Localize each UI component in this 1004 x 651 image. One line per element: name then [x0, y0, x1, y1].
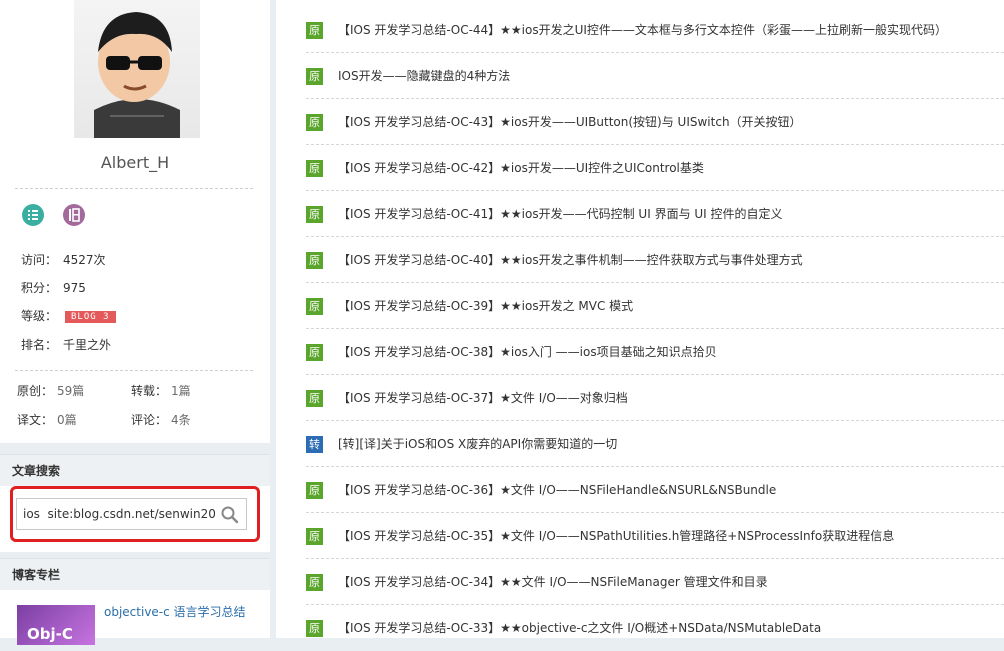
rank-value: 千里之外: [63, 338, 112, 352]
column-thumbnail-text: Obj-C: [27, 625, 73, 643]
original-tag: 原: [306, 574, 323, 591]
level-stat: 等级： BLOG 3: [21, 307, 116, 324]
article-title-link[interactable]: 【IOS 开发学习总结-OC-42】★ios开发——UI控件之UIControl…: [338, 160, 704, 177]
list-item: 原 【IOS 开发学习总结-OC-44】★★ios开发之UI控件——文本框与多行…: [306, 7, 1004, 53]
original-tag: 原: [306, 206, 323, 223]
rank-label: 排名：: [21, 338, 58, 352]
original-tag: 原: [306, 344, 323, 361]
column-thumbnail[interactable]: Obj-C: [17, 605, 95, 645]
comment-count: 评论： 4条: [131, 411, 191, 428]
reprint-count: 转载： 1篇: [131, 382, 191, 399]
reprint-value: 1篇: [171, 384, 191, 398]
article-title-link[interactable]: 【IOS 开发学习总结-OC-38】★ios入门 ——ios项目基础之知识点拾贝: [338, 344, 717, 361]
list-item: 转 [转][译]关于iOS和OS X废弃的API你需要知道的一切: [306, 421, 1004, 467]
visits-label: 访问：: [21, 253, 58, 267]
profile-panel: Albert_H 访问： 4527次 积分： 975 等级： BLOG 3 排名： 千里…: [0, 0, 270, 443]
rank-stat: 排名： 千里之外: [21, 336, 111, 353]
article-title-link[interactable]: [转][译]关于iOS和OS X废弃的API你需要知道的一切: [338, 436, 617, 453]
points-label: 积分：: [21, 281, 58, 295]
original-tag: 原: [306, 298, 323, 315]
comment-value: 4条: [171, 413, 191, 427]
article-title-link[interactable]: 【IOS 开发学习总结-OC-44】★★ios开发之UI控件——文本框与多行文本…: [338, 22, 947, 39]
points-value: 975: [63, 281, 86, 295]
points-stat: 积分： 975: [21, 279, 86, 296]
search-heading: 文章搜索: [0, 454, 270, 486]
original-tag: 原: [306, 482, 323, 499]
original-tag: 原: [306, 114, 323, 131]
comment-label: 评论：: [131, 413, 168, 427]
article-title-link[interactable]: 【IOS 开发学习总结-OC-40】★★ios开发之事件机制——控件获取方式与事…: [338, 252, 803, 269]
original-tag: 原: [306, 528, 323, 545]
article-title-link[interactable]: 【IOS 开发学习总结-OC-35】★文件 I/O——NSPathUtiliti…: [338, 528, 894, 545]
list-item: 原 【IOS 开发学习总结-OC-37】★文件 I/O——对象归档: [306, 375, 1004, 421]
list-item: 原 【IOS 开发学习总结-OC-33】★★objective-c之文件 I/O…: [306, 605, 1004, 651]
column-title-link[interactable]: objective-c 语言学习总结: [104, 603, 246, 620]
reprint-tag: 转: [306, 436, 323, 453]
original-tag: 原: [306, 390, 323, 407]
column-heading: 博客专栏: [0, 558, 270, 590]
reprint-label: 转载：: [131, 384, 168, 398]
original-tag: 原: [306, 620, 323, 637]
translate-label: 译文：: [17, 413, 54, 427]
article-title-link[interactable]: 【IOS 开发学习总结-OC-41】★★ios开发——代码控制 UI 界面与 U…: [338, 206, 783, 223]
list-item: 原 【IOS 开发学习总结-OC-34】★★文件 I/O——NSFileMana…: [306, 559, 1004, 605]
original-value: 59篇: [57, 384, 85, 398]
avatar[interactable]: [74, 0, 200, 138]
blog-level-badge: BLOG 3: [65, 310, 116, 323]
original-tag: 原: [306, 68, 323, 85]
article-title-link[interactable]: 【IOS 开发学习总结-OC-37】★文件 I/O——对象归档: [338, 390, 628, 407]
article-list: 原 【IOS 开发学习总结-OC-44】★★ios开发之UI控件——文本框与多行…: [276, 0, 1004, 638]
translate-count: 译文： 0篇: [17, 411, 77, 428]
list-item: 原 【IOS 开发学习总结-OC-36】★文件 I/O——NSFileHandl…: [306, 467, 1004, 513]
original-tag: 原: [306, 160, 323, 177]
medal-badge-icon[interactable]: [63, 204, 85, 226]
original-label: 原创：: [17, 384, 54, 398]
article-title-link[interactable]: 【IOS 开发学习总结-OC-43】★ios开发——UIButton(按钮)与 …: [338, 114, 802, 131]
username[interactable]: Albert_H: [0, 153, 270, 172]
sidebar: Albert_H 访问： 4527次 积分： 975 等级： BLOG 3 排名： 千里…: [0, 0, 272, 645]
divider: [15, 370, 253, 371]
list-item: 原 【IOS 开发学习总结-OC-43】★ios开发——UIButton(按钮)…: [306, 99, 1004, 145]
article-title-link[interactable]: 【IOS 开发学习总结-OC-34】★★文件 I/O——NSFileManage…: [338, 574, 768, 591]
list-item: 原 【IOS 开发学习总结-OC-40】★★ios开发之事件机制——控件获取方式…: [306, 237, 1004, 283]
list-item: 原 【IOS 开发学习总结-OC-38】★ios入门 ——ios项目基础之知识点…: [306, 329, 1004, 375]
list-item: 原 【IOS 开发学习总结-OC-39】★★ios开发之 MVC 模式: [306, 283, 1004, 329]
visits-stat: 访问： 4527次: [21, 251, 106, 268]
original-tag: 原: [306, 252, 323, 269]
divider: [15, 188, 253, 189]
list-item: 原 【IOS 开发学习总结-OC-42】★ios开发——UI控件之UIContr…: [306, 145, 1004, 191]
original-tag: 原: [306, 22, 323, 39]
article-title-link[interactable]: 【IOS 开发学习总结-OC-33】★★objective-c之文件 I/O概述…: [338, 620, 821, 637]
list-item: 原 【IOS 开发学习总结-OC-41】★★ios开发——代码控制 UI 界面与…: [306, 191, 1004, 237]
translate-value: 0篇: [57, 413, 77, 427]
visits-value: 4527次: [63, 253, 106, 267]
list-item: 原 【IOS 开发学习总结-OC-35】★文件 I/O——NSPathUtili…: [306, 513, 1004, 559]
search-box: [16, 498, 247, 530]
search-icon[interactable]: [220, 505, 240, 525]
original-count: 原创： 59篇: [17, 382, 84, 399]
level-label: 等级：: [21, 309, 58, 323]
article-title-link[interactable]: 【IOS 开发学习总结-OC-36】★文件 I/O——NSFileHandle&…: [338, 482, 776, 499]
list-item: 原 IOS开发——隐藏键盘的4种方法: [306, 53, 1004, 99]
article-title-link[interactable]: IOS开发——隐藏键盘的4种方法: [338, 68, 510, 85]
list-badge-icon[interactable]: [22, 204, 44, 226]
article-title-link[interactable]: 【IOS 开发学习总结-OC-39】★★ios开发之 MVC 模式: [338, 298, 633, 315]
search-input[interactable]: [23, 505, 215, 523]
